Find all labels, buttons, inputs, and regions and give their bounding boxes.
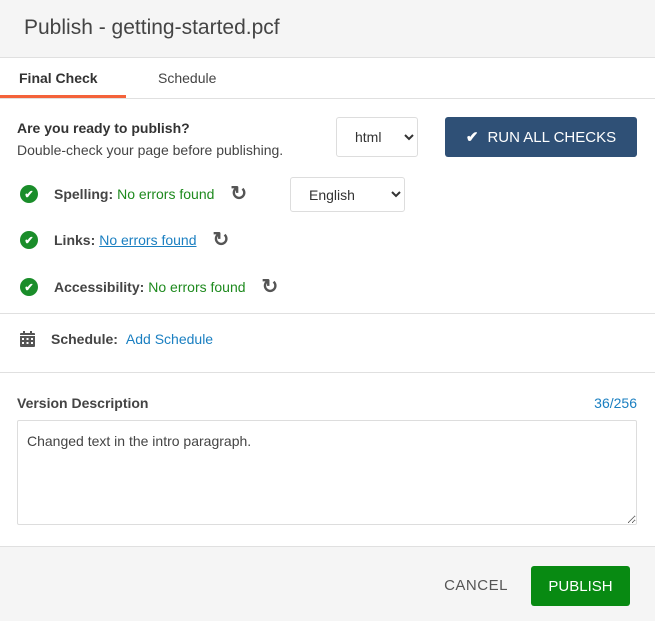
check-label: Links: xyxy=(54,232,96,248)
divider xyxy=(0,372,655,373)
run-all-checks-button[interactable]: ✔ RUN ALL CHECKS xyxy=(445,117,637,157)
dialog-footer: CANCEL PUBLISH xyxy=(0,546,655,621)
refresh-icon[interactable]: ↻ xyxy=(230,184,247,204)
check-row-spelling: ✔ Spelling: No errors found ↻ xyxy=(20,183,247,205)
check-circle-icon: ✔ xyxy=(20,185,38,203)
check-circle-icon: ✔ xyxy=(20,231,38,249)
calendar-icon xyxy=(20,331,35,347)
publish-button[interactable]: PUBLISH xyxy=(531,566,630,606)
check-status-link[interactable]: No errors found xyxy=(99,232,196,248)
check-label: Accessibility: xyxy=(54,279,145,295)
divider xyxy=(0,313,655,314)
schedule-label: Schedule: xyxy=(51,331,118,347)
refresh-icon[interactable]: ↻ xyxy=(262,277,279,297)
check-row-accessibility: ✔ Accessibility: No errors found ↻ xyxy=(20,276,278,298)
check-circle-icon: ✔ xyxy=(20,278,38,296)
ready-subtitle: Double-check your page before publishing… xyxy=(17,142,284,158)
version-description-label: Version Description xyxy=(17,395,149,411)
check-label: Spelling: xyxy=(54,186,114,202)
tab-schedule[interactable]: Schedule xyxy=(158,70,216,86)
ready-heading: Are you ready to publish? xyxy=(17,120,190,136)
language-select[interactable]: English xyxy=(290,177,405,212)
add-schedule-link[interactable]: Add Schedule xyxy=(126,331,213,347)
refresh-icon[interactable]: ↻ xyxy=(213,230,230,250)
character-count: 36/256 xyxy=(594,395,637,411)
check-status: No errors found xyxy=(148,279,246,295)
dialog-title: Publish - getting-started.pcf xyxy=(24,16,280,39)
tab-final-check[interactable]: Final Check xyxy=(19,70,98,86)
checkmark-icon: ✔ xyxy=(465,129,479,146)
check-status: No errors found xyxy=(117,186,215,202)
dialog-header: Publish - getting-started.pcf xyxy=(0,0,655,58)
version-description-input[interactable]: Changed text in the intro paragraph. xyxy=(17,420,637,525)
active-tab-indicator xyxy=(0,95,126,98)
schedule-row: Schedule: Add Schedule xyxy=(20,331,213,347)
check-row-links: ✔ Links: No errors found ↻ xyxy=(20,229,229,251)
run-all-checks-label: RUN ALL CHECKS xyxy=(487,128,617,146)
cancel-button[interactable]: CANCEL xyxy=(430,567,522,603)
tab-bar: Final Check Schedule xyxy=(0,58,655,99)
format-select[interactable]: html xyxy=(336,117,418,157)
